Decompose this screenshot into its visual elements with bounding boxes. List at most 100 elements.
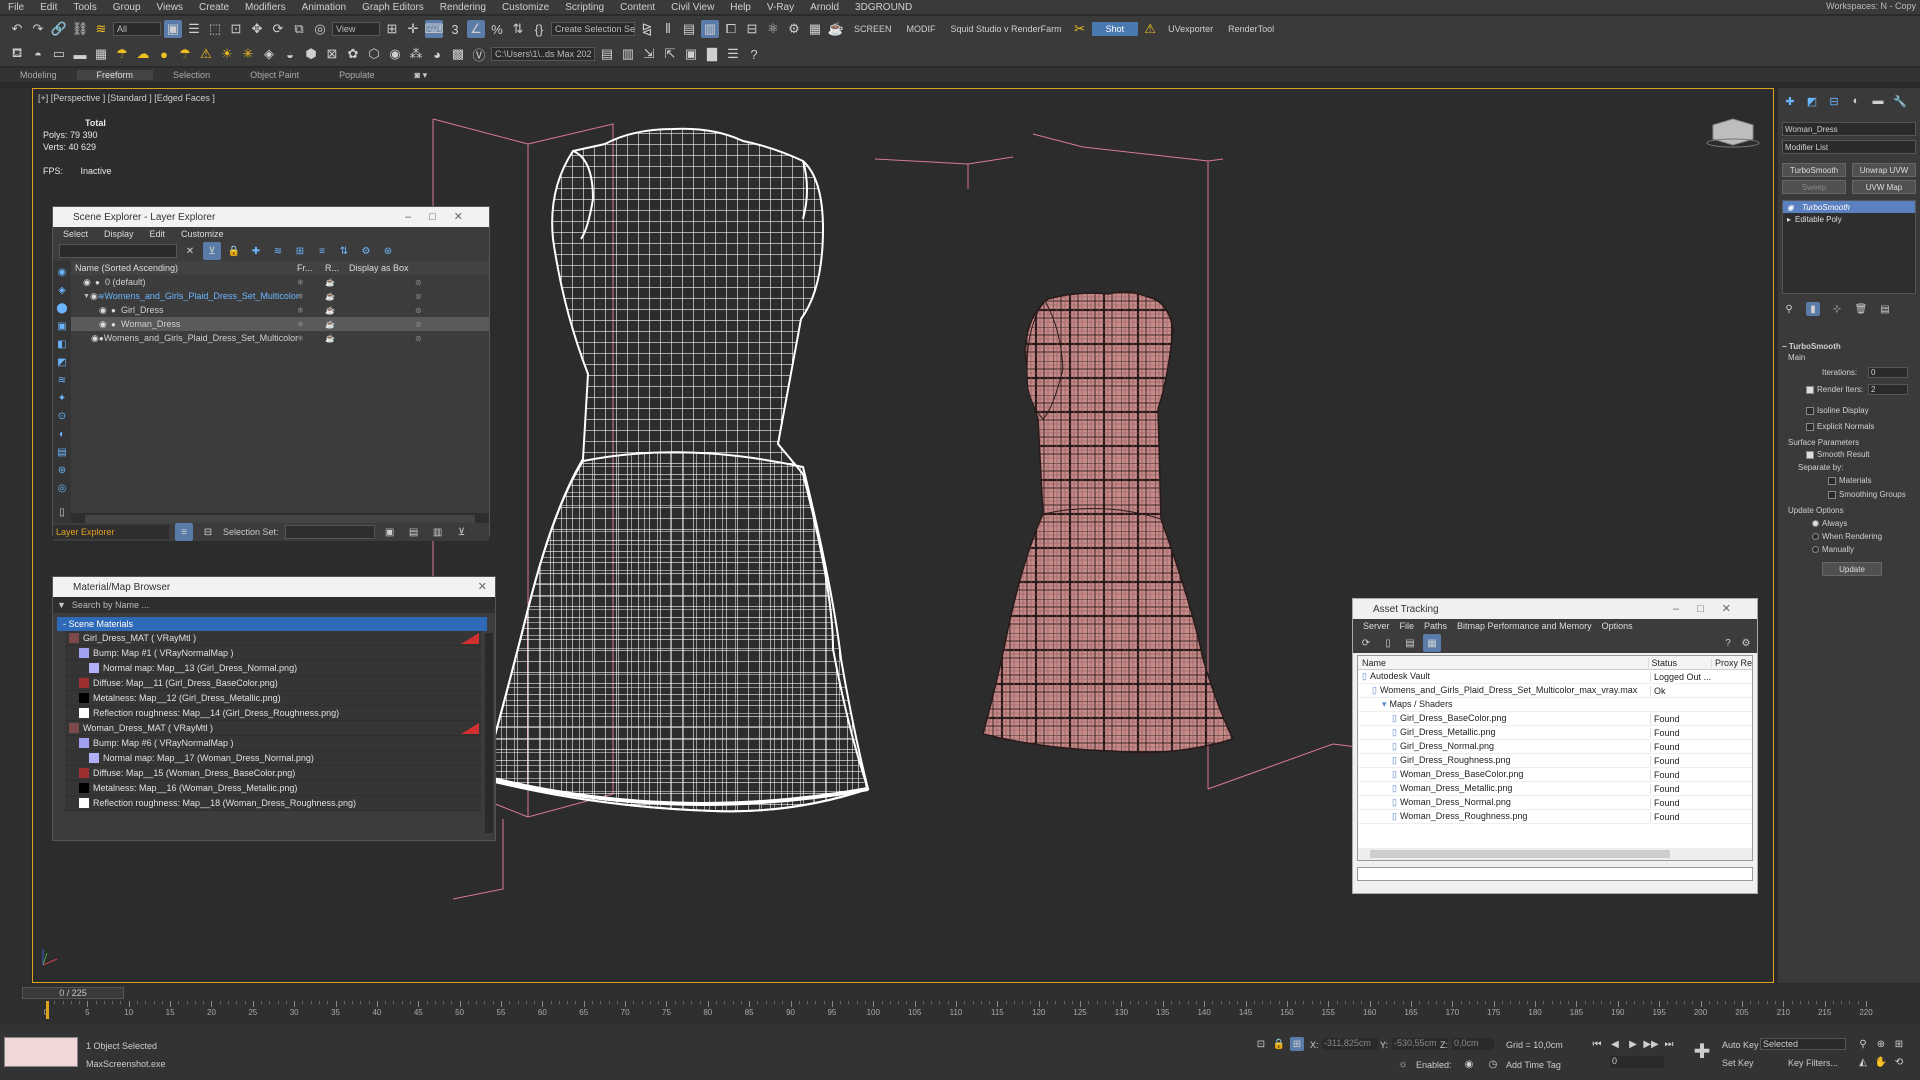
- se-tool-icon-10[interactable]: ◐: [53, 425, 71, 443]
- column-status[interactable]: Status: [1647, 657, 1711, 668]
- help-icon[interactable]: ?: [745, 45, 763, 63]
- asset-row[interactable]: ▯ Woman_Dress_Roughness.png Found: [1358, 810, 1752, 824]
- enabled-toggle-icon[interactable]: ◉: [1462, 1057, 1476, 1071]
- menu-civil-view[interactable]: Civil View: [663, 2, 722, 13]
- list-icon[interactable]: ☰: [724, 45, 742, 63]
- menu-edit[interactable]: Edit: [32, 2, 65, 13]
- footer-tool-icon-3[interactable]: ▥: [429, 523, 447, 541]
- time-cursor[interactable]: [46, 1001, 49, 1019]
- teapot-icon[interactable]: ⛾: [8, 45, 26, 63]
- se-menu-edit[interactable]: Edit: [150, 229, 166, 239]
- material-row[interactable]: Girl_Dress_MAT ( VRayMtl ): [65, 631, 481, 646]
- asset-hscrollbar[interactable]: [1358, 848, 1752, 860]
- column-render[interactable]: R...: [325, 263, 349, 273]
- fur-icon[interactable]: ◈: [260, 45, 278, 63]
- at-menu-server[interactable]: Server: [1363, 621, 1390, 631]
- layer-row[interactable]: ▼ ◉ ≋ Womens_and_Girls_Plaid_Dress_Set_Mult…: [71, 289, 489, 303]
- layer-row[interactable]: ◉ ● 0 (default) ❄ ☕ ⊛: [71, 275, 489, 289]
- export-icon[interactable]: ⇱: [661, 45, 679, 63]
- lamp-icon[interactable]: ⚠: [197, 45, 215, 63]
- explicit-normals-checkbox[interactable]: Explicit Normals: [1806, 422, 1874, 431]
- menu-views[interactable]: Views: [149, 2, 192, 13]
- select-object-icon[interactable]: ▣: [164, 20, 182, 38]
- open-file-icon[interactable]: ▤: [598, 45, 616, 63]
- plane-icon[interactable]: ▬: [71, 45, 89, 63]
- material-row[interactable]: Woman_Dress_MAT ( VRayMtl ): [65, 721, 481, 736]
- se-tool-icon-1[interactable]: ◉: [53, 263, 71, 281]
- freeze-icon[interactable]: ❄: [297, 278, 325, 287]
- menu-help[interactable]: Help: [722, 2, 759, 13]
- zoom-icon[interactable]: ⚲: [1856, 1037, 1870, 1051]
- hscroll-thumb[interactable]: [85, 515, 475, 523]
- ribbon-tab-populate[interactable]: Populate: [319, 70, 395, 80]
- column-asset-name[interactable]: Name: [1358, 658, 1648, 668]
- layer-row[interactable]: ◉ ● Woman_Dress ❄ ☕ ⊛: [71, 317, 489, 331]
- ribbon-options-icon[interactable]: ◙ ▾: [415, 70, 427, 81]
- visibility-icon[interactable]: ◉: [90, 291, 98, 302]
- grid-icon[interactable]: ▦: [92, 45, 110, 63]
- select-manipulate-icon[interactable]: ✛: [404, 20, 422, 38]
- menu-group[interactable]: Group: [105, 2, 149, 13]
- uvexporter-button[interactable]: UVexporter: [1162, 24, 1219, 34]
- bind-space-warp-icon[interactable]: ≋: [92, 20, 110, 38]
- display-tab-icon[interactable]: ▬: [1870, 94, 1886, 108]
- column-freeze[interactable]: Fr...: [297, 263, 325, 273]
- se-tool-icon-14[interactable]: ▯: [53, 503, 71, 521]
- sort-icon[interactable]: ⇅: [335, 242, 353, 260]
- menu-file[interactable]: File: [0, 2, 32, 13]
- iterations-spinner[interactable]: 0: [1868, 367, 1908, 378]
- at-refresh-icon[interactable]: ⟳: [1357, 634, 1375, 652]
- asset-tracking-titlebar[interactable]: Asset Tracking –□✕: [1353, 599, 1757, 619]
- material-browser-titlebar[interactable]: Material/Map Browser ✕: [53, 577, 495, 597]
- make-unique-icon[interactable]: ⊹: [1830, 302, 1844, 316]
- zoom-extents-icon[interactable]: ⊞: [1892, 1037, 1906, 1051]
- adaptive-degradation-icon[interactable]: ☼: [1396, 1057, 1410, 1071]
- render-icon[interactable]: ☕: [325, 292, 349, 301]
- save-file-icon[interactable]: ▥: [619, 45, 637, 63]
- menu-content[interactable]: Content: [612, 2, 663, 13]
- display-box-icon[interactable]: ⊛: [415, 320, 422, 329]
- modif-button[interactable]: MODIF: [901, 24, 942, 34]
- layers-icon[interactable]: ≋: [269, 242, 287, 260]
- fov-icon[interactable]: ◭: [1856, 1055, 1870, 1069]
- rotate-icon[interactable]: ⟳: [269, 20, 287, 38]
- display-box-icon[interactable]: ⊛: [415, 306, 422, 315]
- shader-icon[interactable]: ◕: [428, 45, 446, 63]
- x-coordinate-field[interactable]: -311,825cm: [1322, 1038, 1378, 1050]
- turbosmooth-rollout-title[interactable]: − TurboSmooth: [1782, 342, 1841, 351]
- selection-set-dropdown[interactable]: [284, 525, 375, 539]
- se-tool-icon-3[interactable]: ⬤: [53, 299, 71, 317]
- asset-hscroll-thumb[interactable]: [1370, 850, 1670, 858]
- sun-icon[interactable]: ●: [155, 45, 173, 63]
- se-tool-icon-5[interactable]: ◧: [53, 335, 71, 353]
- sphere-icon[interactable]: ◓: [29, 45, 47, 63]
- configure-sets-icon[interactable]: ▤: [1878, 302, 1892, 316]
- when-rendering-radio[interactable]: When Rendering: [1812, 532, 1882, 541]
- current-frame-field[interactable]: 0: [1610, 1056, 1664, 1068]
- project-path-dropdown[interactable]: C:\Users\1\..ds Max 202: [491, 47, 595, 61]
- render-icon[interactable]: ☕: [325, 320, 349, 329]
- isoline-display-checkbox[interactable]: Isoline Display: [1806, 406, 1869, 415]
- uvw-map-button[interactable]: UVW Map: [1852, 180, 1916, 194]
- render-icon[interactable]: ☕: [827, 20, 845, 38]
- time-tag-icon[interactable]: ◷: [1486, 1057, 1500, 1071]
- close-icon[interactable]: ✕: [478, 580, 487, 593]
- ribbon-tab-selection[interactable]: Selection: [153, 70, 230, 80]
- sweep-button[interactable]: Sweep: [1782, 180, 1846, 194]
- menu-rendering[interactable]: Rendering: [432, 2, 494, 13]
- align-icon[interactable]: ⫴: [659, 20, 677, 38]
- goto-start-icon[interactable]: ⏮: [1590, 1037, 1604, 1051]
- key-filters-button[interactable]: Key Filters...: [1788, 1058, 1838, 1068]
- render-icon[interactable]: ☕: [325, 306, 349, 315]
- at-checkout-icon[interactable]: ▯: [1379, 634, 1397, 652]
- at-menu-options[interactable]: Options: [1602, 621, 1633, 631]
- chart-icon[interactable]: ▇: [703, 45, 721, 63]
- se-menu-display[interactable]: Display: [104, 229, 134, 239]
- prev-frame-icon[interactable]: ◀: [1608, 1037, 1622, 1051]
- scale-icon[interactable]: ⧉: [290, 20, 308, 38]
- snap-toggle-icon[interactable]: 3: [446, 20, 464, 38]
- maxscript-listener[interactable]: [4, 1037, 78, 1067]
- shot-button[interactable]: Shot: [1091, 22, 1139, 36]
- footer-tool-icon-2[interactable]: ▤: [405, 523, 423, 541]
- umbrella-icon[interactable]: ☂: [176, 45, 194, 63]
